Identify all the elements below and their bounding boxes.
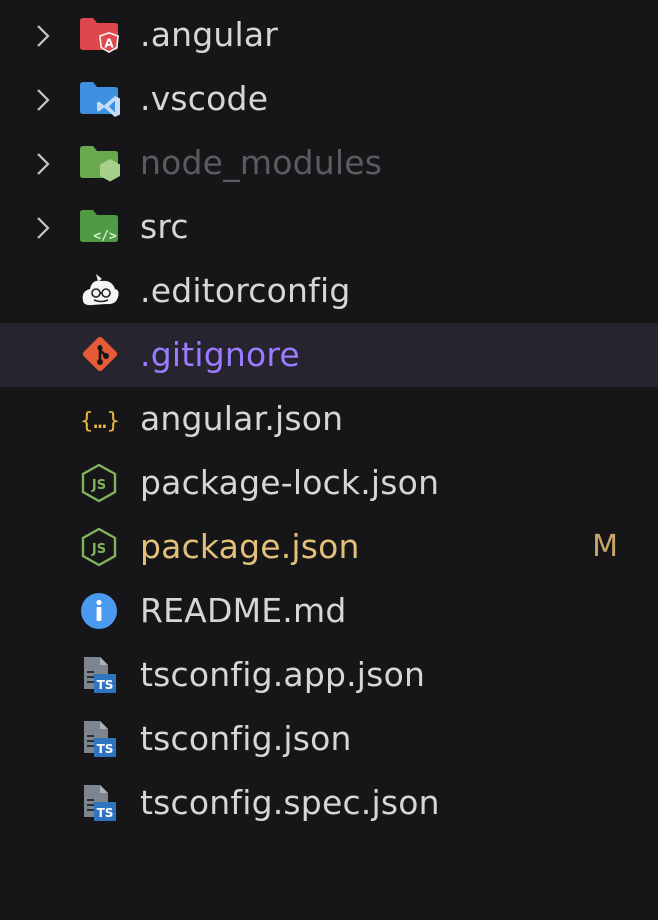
file-row-package-lock-json[interactable]: JS package-lock.json — [0, 451, 658, 515]
folder-label: .vscode — [140, 79, 269, 118]
json-icon: {…} — [80, 409, 120, 434]
src-folder-icon: </> — [80, 210, 118, 244]
svg-text:{…}: {…} — [80, 409, 120, 434]
svg-text:TS: TS — [97, 678, 114, 692]
info-icon — [81, 593, 117, 629]
modified-badge: M — [592, 529, 618, 564]
chevron-right-icon[interactable] — [30, 215, 56, 241]
folder-row-src[interactable]: </> src — [0, 195, 658, 259]
file-row-package-json[interactable]: JS package.json M — [0, 515, 658, 579]
svg-text:A: A — [104, 37, 114, 51]
node-folder-icon — [80, 146, 120, 182]
file-row-tsconfig-json[interactable]: TS tsconfig.json — [0, 707, 658, 771]
folder-label: src — [140, 207, 189, 246]
svg-text:JS: JS — [91, 478, 106, 493]
nodejs-icon: JS — [81, 463, 117, 503]
angular-folder-icon: A — [80, 18, 119, 53]
git-icon — [82, 336, 118, 372]
folder-label: .angular — [140, 15, 279, 54]
file-label: .editorconfig — [140, 271, 351, 310]
svg-text:JS: JS — [91, 542, 106, 557]
file-label: angular.json — [140, 399, 344, 438]
chevron-right-icon[interactable] — [30, 23, 56, 49]
folder-label: node_modules — [140, 143, 383, 182]
file-row-angular-json[interactable]: {…} angular.json — [0, 387, 658, 451]
file-label: README.md — [140, 591, 347, 630]
tsconfig-icon: TS — [84, 785, 116, 821]
chevron-right-icon[interactable] — [30, 87, 56, 113]
vscode-folder-icon — [80, 82, 120, 117]
folder-row-vscode[interactable]: .vscode — [0, 67, 658, 131]
file-row-tsconfig-spec-json[interactable]: TS tsconfig.spec.json — [0, 771, 658, 835]
folder-row-node-modules[interactable]: node_modules — [0, 131, 658, 195]
file-label: tsconfig.app.json — [140, 655, 426, 694]
editorconfig-icon — [82, 274, 119, 306]
file-row-editorconfig[interactable]: .editorconfig — [0, 259, 658, 323]
folder-row-angular[interactable]: A .angular — [0, 3, 658, 67]
nodejs-icon: JS — [81, 527, 117, 567]
file-row-gitignore[interactable]: .gitignore — [0, 323, 658, 387]
file-explorer-tree: A .angular .vscode node_modules </> src — [0, 3, 658, 835]
file-row-readme[interactable]: README.md — [0, 579, 658, 643]
file-label: package.json — [140, 527, 360, 566]
svg-text:TS: TS — [97, 742, 114, 756]
svg-text:</>: </> — [93, 229, 117, 244]
file-label: .gitignore — [140, 335, 300, 374]
svg-text:TS: TS — [97, 806, 114, 820]
tsconfig-icon: TS — [84, 721, 116, 757]
tsconfig-icon: TS — [84, 657, 116, 693]
file-label: package-lock.json — [140, 463, 440, 502]
file-label: tsconfig.json — [140, 719, 352, 758]
file-label: tsconfig.spec.json — [140, 783, 440, 822]
file-row-tsconfig-app-json[interactable]: TS tsconfig.app.json — [0, 643, 658, 707]
chevron-right-icon[interactable] — [30, 151, 56, 177]
